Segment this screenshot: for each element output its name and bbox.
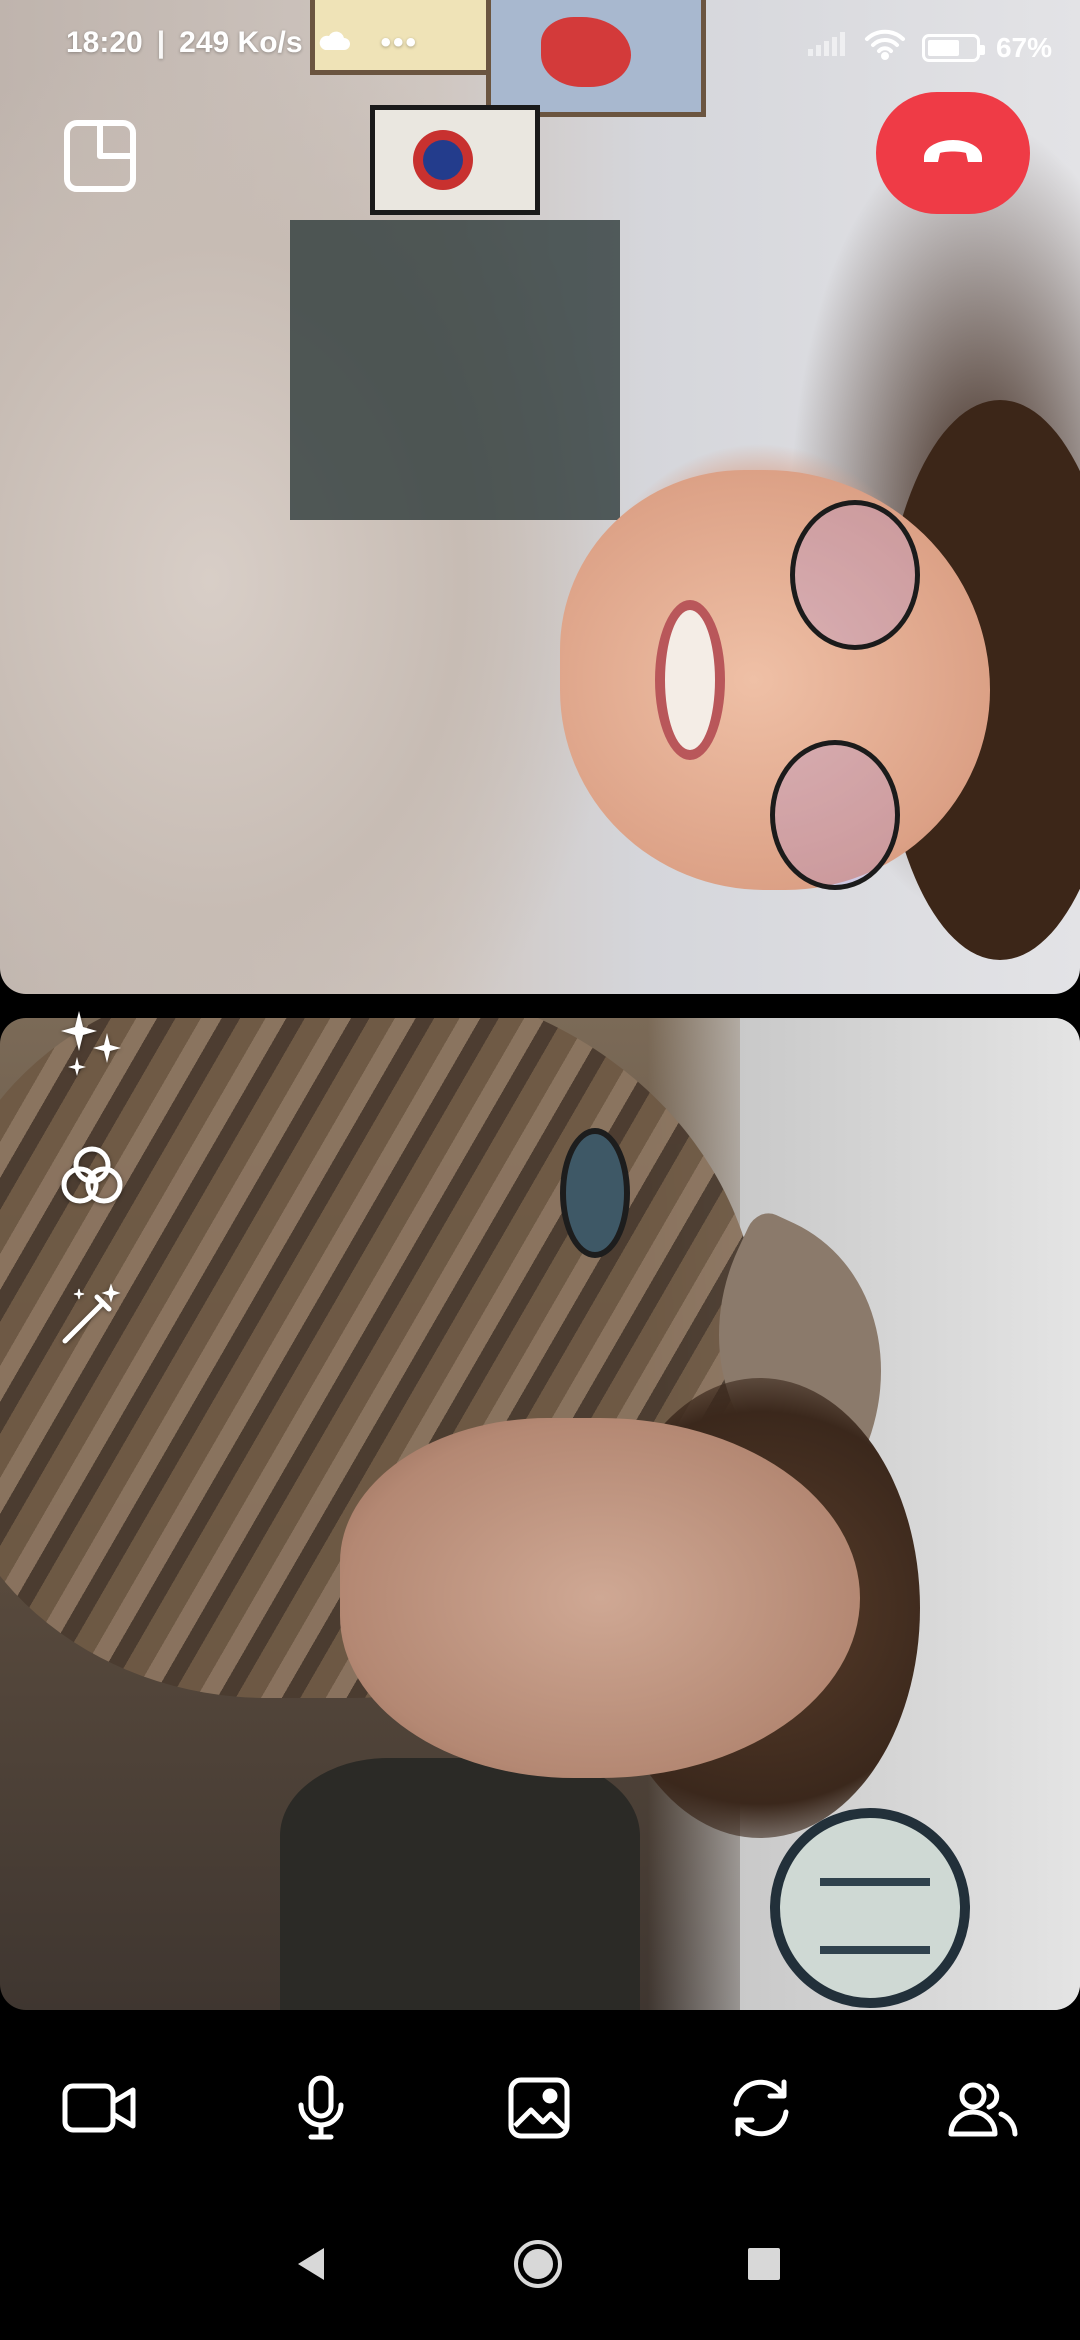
touch-up-button[interactable] bbox=[52, 1276, 132, 1356]
participants-icon bbox=[947, 2078, 1019, 2143]
glasses-lens bbox=[770, 740, 900, 890]
image-icon bbox=[507, 2076, 571, 2145]
wall-sign bbox=[770, 1808, 970, 2008]
camera-toggle-button[interactable] bbox=[54, 2070, 144, 2150]
battery-percent: 67% bbox=[995, 31, 1052, 63]
nav-recents-button[interactable] bbox=[724, 2226, 804, 2306]
participants-button[interactable] bbox=[938, 2070, 1028, 2150]
effects-button[interactable] bbox=[52, 1004, 132, 1084]
battery-fill bbox=[927, 39, 959, 56]
video-camera-icon bbox=[61, 2080, 137, 2141]
nav-back-button[interactable] bbox=[272, 2226, 352, 2306]
cloud-icon bbox=[317, 26, 351, 60]
remote-person-smile bbox=[655, 600, 725, 760]
battery-icon bbox=[921, 33, 985, 62]
switch-camera-button[interactable] bbox=[716, 2070, 806, 2150]
wall-painting bbox=[370, 105, 540, 215]
recents-square-icon bbox=[746, 2246, 782, 2287]
home-circle-icon bbox=[511, 2237, 565, 2296]
microphone-toggle-button[interactable] bbox=[276, 2070, 366, 2150]
back-triangle-icon bbox=[292, 2244, 332, 2289]
local-person-face bbox=[340, 1418, 860, 1778]
end-call-button[interactable] bbox=[876, 92, 1030, 214]
clock: 18:20 bbox=[66, 26, 143, 59]
notification-overflow: ••• bbox=[380, 26, 419, 59]
self-video-feed[interactable] bbox=[0, 1018, 1080, 2010]
share-image-button[interactable] bbox=[494, 2070, 584, 2150]
background-shelf bbox=[290, 220, 620, 520]
microphone-icon bbox=[295, 2075, 347, 2146]
system-navigation-bar bbox=[0, 2190, 1080, 2340]
phone-hangup-icon bbox=[920, 136, 986, 171]
cellular-signal-icon bbox=[806, 31, 848, 64]
picture-in-picture-icon[interactable] bbox=[62, 118, 138, 194]
battery-cap bbox=[979, 44, 985, 55]
status-bar-left: 18:20 | 249 Ko/s ••• bbox=[66, 26, 418, 60]
filters-button[interactable] bbox=[52, 1138, 132, 1218]
wifi-icon bbox=[864, 28, 906, 67]
sparkles-icon bbox=[57, 1007, 127, 1082]
nav-home-button[interactable] bbox=[498, 2226, 578, 2306]
magic-wand-icon bbox=[57, 1279, 127, 1354]
network-speed: 249 Ko/s bbox=[179, 26, 303, 59]
status-separator: | bbox=[156, 26, 166, 59]
status-bar: 18:20 | 249 Ko/s ••• 67% bbox=[0, 0, 1080, 96]
call-toolbar bbox=[0, 2010, 1080, 2190]
color-filter-icon bbox=[57, 1141, 127, 1216]
switch-camera-icon bbox=[726, 2076, 796, 2145]
cat-eye bbox=[560, 1128, 630, 1258]
local-person-shirt bbox=[280, 1758, 640, 2010]
glasses-lens bbox=[790, 500, 920, 650]
status-bar-right: 67% bbox=[806, 28, 1052, 67]
